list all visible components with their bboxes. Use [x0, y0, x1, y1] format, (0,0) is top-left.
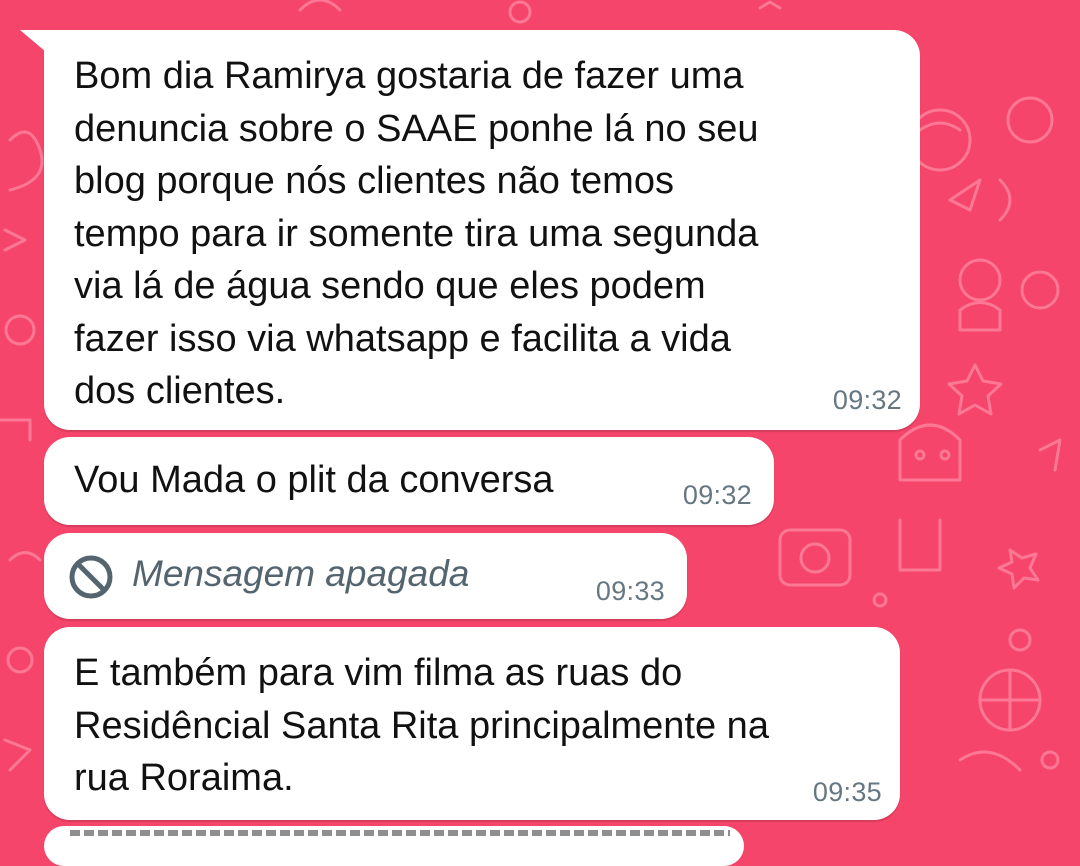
deleted-message-icon: [69, 555, 113, 599]
message-timestamp: 09:32: [832, 385, 902, 415]
message-timestamp: 09:33: [595, 576, 665, 606]
message-timestamp: 09:32: [682, 480, 752, 510]
message-bubble-incoming[interactable]: Vou Mada o plit da conversa 09:32: [44, 437, 774, 525]
bubble-tail: [20, 30, 46, 52]
message-list[interactable]: Bom dia Ramirya gostaria de fazer uma de…: [0, 0, 1080, 866]
message-bubble-incoming[interactable]: E também para vim filma as ruas do Resid…: [44, 627, 900, 820]
cropped-message-text: [70, 830, 730, 836]
message-text: Bom dia Ramirya gostaria de fazer uma de…: [74, 55, 759, 412]
deleted-message-label: Mensagem apagada: [132, 553, 470, 594]
message-timestamp: 09:35: [812, 777, 882, 807]
message-bubble-partial[interactable]: [44, 826, 744, 866]
message-bubble-incoming[interactable]: Bom dia Ramirya gostaria de fazer uma de…: [20, 30, 920, 430]
message-text: E também para vim filma as ruas do Resid…: [74, 652, 769, 799]
message-bubble-deleted[interactable]: Mensagem apagada 09:33: [44, 533, 687, 619]
message-text: Vou Mada o plit da conversa: [74, 459, 554, 501]
